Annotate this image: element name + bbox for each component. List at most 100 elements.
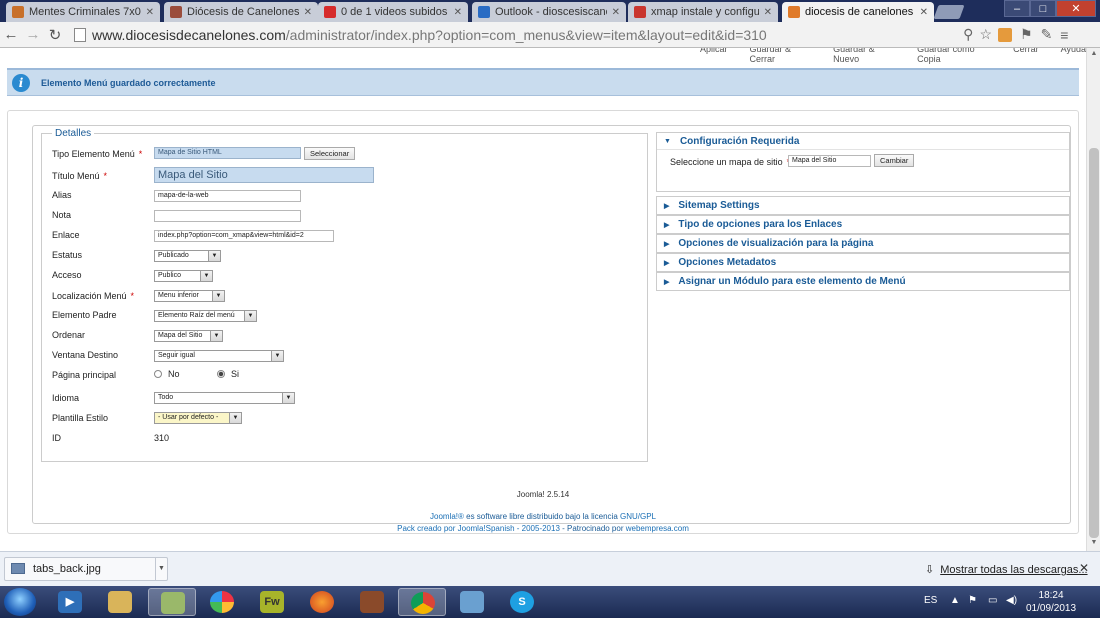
sitemap-field[interactable]: Mapa del Sitio (788, 155, 871, 167)
ordering-select[interactable]: Mapa del Sitio ▼ (154, 330, 223, 342)
target-window-select[interactable]: Seguir igual ▼ (154, 350, 284, 362)
joomla-link[interactable]: Joomla!® (430, 512, 464, 521)
scrollbar-thumb[interactable] (1089, 148, 1099, 538)
save-copy-button[interactable]: Guardar como Copia (917, 48, 991, 64)
target-window-label: Ventana Destino (52, 350, 119, 360)
tab-xmap[interactable]: xmap instale y configure c ✕ (628, 2, 778, 22)
volume-icon[interactable]: ◀) (1006, 595, 1017, 618)
tab-close-icon[interactable]: ✕ (304, 7, 312, 18)
address-bar[interactable]: www.diocesisdecanelones.com/administrato… (74, 24, 992, 46)
extension-flag-icon[interactable]: ⚑ (1020, 26, 1033, 43)
access-select[interactable]: Publico ▼ (154, 270, 213, 282)
download-item[interactable]: tabs_back.jpg ▼ (4, 557, 168, 581)
tab-youtube[interactable]: 0 de 1 videos subidos - Yo ✕ (318, 2, 468, 22)
required-settings-header[interactable]: ▼ Configuración Requerida (657, 133, 1069, 150)
metadata-options-header[interactable]: ▶ Opciones Metadatos (657, 254, 1069, 271)
info-icon: i (12, 73, 30, 92)
tray-show-hidden-icon[interactable]: ▲ (950, 595, 960, 618)
file-explorer-icon[interactable] (96, 588, 144, 616)
tab-mentes-criminales[interactable]: Mentes Criminales 7x02 - ✕ (6, 2, 160, 22)
display-options-header[interactable]: ▶ Opciones de visualización para la págin… (657, 235, 1069, 252)
bookmark-star-icon[interactable]: ☆ (979, 26, 992, 43)
apply-button[interactable]: Aplicar (700, 48, 728, 64)
language-indicator[interactable]: ES (924, 595, 937, 618)
select-type-button[interactable]: Seleccionar (304, 147, 356, 160)
back-button[interactable]: ← (0, 26, 22, 43)
sitemap-settings-header[interactable]: ▶ Sitemap Settings (657, 197, 1069, 214)
menu-type-field[interactable]: Mapa de Sitio HTML (154, 147, 301, 159)
module-assign-header[interactable]: ▶ Asignar un Módulo para este elemento de… (657, 273, 1069, 290)
details-legend: Detalles (52, 128, 95, 139)
note-input[interactable] (154, 210, 301, 222)
link-input[interactable]: index.php?option=com_xmap&view=html&id=2 (154, 230, 334, 242)
status-select[interactable]: Publicado ▼ (154, 250, 221, 262)
paint-icon[interactable] (448, 588, 496, 616)
menu-location-select[interactable]: Menu inferior ▼ (154, 290, 225, 302)
new-tab-button[interactable] (933, 5, 965, 19)
alias-input[interactable]: mapa-de-la-web (154, 190, 301, 202)
module-assign-panel[interactable]: ▶ Asignar un Módulo para este elemento de… (656, 272, 1070, 291)
link-options-panel[interactable]: ▶ Tipo de opciones para los Enlaces (656, 215, 1070, 234)
show-all-downloads-link[interactable]: ⇩ Mostrar todas las descargas... (925, 563, 1088, 576)
action-center-flag-icon[interactable]: ⚑ (968, 595, 977, 618)
forward-button[interactable]: → (22, 26, 44, 43)
scroll-up-icon[interactable]: ▲ (1087, 50, 1100, 57)
extension-icon[interactable] (998, 27, 1012, 42)
window-close-button[interactable]: ✕ (1056, 0, 1096, 17)
tab-close-icon[interactable]: ✕ (454, 7, 462, 18)
change-sitemap-button[interactable]: Cambiar (874, 154, 915, 167)
language-select[interactable]: Todo ▼ (154, 392, 295, 404)
home-yes-radio[interactable]: Si (217, 369, 239, 379)
tab-close-icon[interactable]: ✕ (612, 7, 620, 18)
maximize-button[interactable]: □ (1030, 0, 1056, 17)
save-new-button[interactable]: Guardar & Nuevo (833, 48, 895, 64)
template-style-label: Plantilla Estilo (52, 413, 109, 423)
skype-icon[interactable]: S (498, 588, 546, 616)
window-controls: – □ ✕ (1004, 0, 1096, 17)
close-download-bar-icon[interactable]: ✕ (1079, 561, 1089, 575)
gpl-link[interactable]: GNU/GPL (620, 512, 656, 521)
home-no-radio[interactable]: No (154, 369, 180, 379)
app-icon[interactable] (348, 588, 396, 616)
tab-close-icon[interactable]: ✕ (146, 7, 154, 18)
start-button[interactable] (4, 588, 36, 616)
webempresa-link[interactable]: webempresa.com (626, 524, 689, 533)
media-player-icon[interactable]: ▶ (46, 588, 94, 616)
sitemap-settings-panel[interactable]: ▶ Sitemap Settings (656, 196, 1070, 215)
page-icon (74, 27, 86, 42)
extension-tool-icon[interactable]: ✎ (1041, 26, 1053, 43)
save-close-button[interactable]: Guardar & Cerrar (750, 48, 812, 64)
fireworks-icon[interactable]: Fw (248, 588, 296, 616)
menu-title-input[interactable]: Mapa del Sitio (154, 167, 374, 183)
url-text[interactable]: www.diocesisdecanelones.com/administrato… (92, 27, 957, 43)
chrome-icon[interactable] (398, 588, 446, 616)
system-clock[interactable]: 18:24 01/09/2013 (1026, 589, 1076, 615)
scroll-down-icon[interactable]: ▼ (1087, 539, 1100, 546)
reload-button[interactable]: ↻ (44, 26, 66, 44)
minimize-button[interactable]: – (1004, 0, 1030, 17)
search-icon[interactable]: ⚲ (963, 26, 973, 43)
parent-item-label: Elemento Padre (52, 310, 117, 320)
tab-close-icon[interactable]: ✕ (764, 7, 772, 18)
tab-outlook[interactable]: Outlook - dioscesiscanelo ✕ (472, 2, 626, 22)
template-style-select[interactable]: - Usar por defecto - ▼ (154, 412, 242, 424)
tab-close-icon[interactable]: ✕ (920, 7, 928, 18)
download-menu-arrow-icon[interactable]: ▼ (155, 558, 167, 580)
help-button[interactable]: Ayuda (1061, 48, 1086, 64)
firefox-icon[interactable] (298, 588, 346, 616)
network-icon[interactable]: ▭ (988, 595, 997, 618)
control-panel-icon[interactable] (148, 588, 196, 616)
tab-diocesis[interactable]: Diócesis de Canelones ✕ (164, 2, 318, 22)
parent-item-select[interactable]: Elemento Raíz del menú ▼ (154, 310, 257, 322)
spanish-pack-link[interactable]: Pack creado por Joomla!Spanish - 2005-20… (397, 524, 560, 533)
vertical-scrollbar[interactable]: ▲ ▼ (1086, 48, 1100, 551)
picasa-icon[interactable] (198, 588, 246, 616)
sitemap-select-label: Seleccione un mapa de sitio* (670, 157, 790, 167)
content-container: Detalles Tipo Elemento Menú * Mapa de Sit… (7, 110, 1079, 534)
close-button[interactable]: Cerrar (1013, 48, 1039, 64)
tab-admin-active[interactable]: diocesis de canelones - Ad ✕ (782, 2, 934, 22)
metadata-options-panel[interactable]: ▶ Opciones Metadatos (656, 253, 1070, 272)
chrome-menu-icon[interactable]: ≡ (1060, 27, 1068, 43)
display-options-panel[interactable]: ▶ Opciones de visualización para la págin… (656, 234, 1070, 253)
link-options-header[interactable]: ▶ Tipo de opciones para los Enlaces (657, 216, 1069, 233)
